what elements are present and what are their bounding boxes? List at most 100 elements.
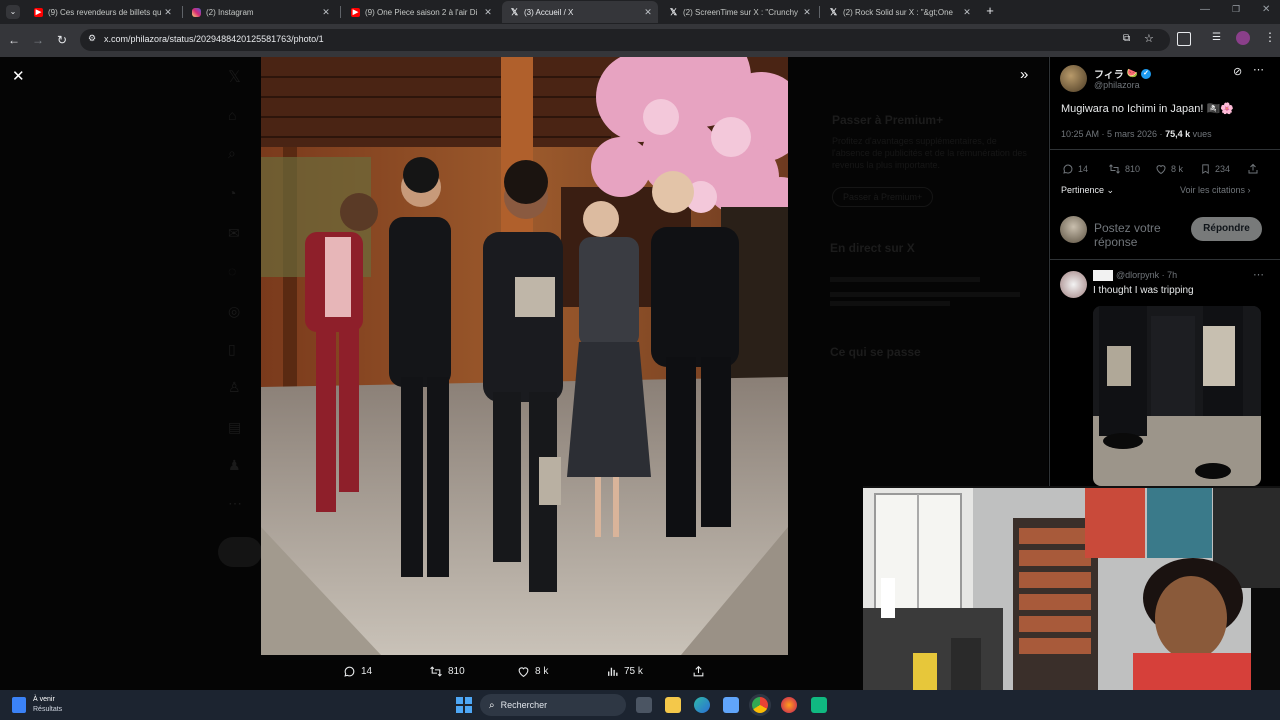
back-arrow-icon[interactable]: ← — [6, 32, 22, 48]
close-tab-icon[interactable]: ✕ — [642, 7, 654, 18]
sort-dropdown[interactable]: Pertinence ⌄ — [1061, 185, 1114, 196]
grok-icon[interactable]: ⊘ — [1233, 65, 1242, 78]
restore-icon[interactable]: ❐ — [1232, 4, 1240, 15]
tab-groups-icon[interactable]: ☰ — [1212, 32, 1221, 43]
taskbar-search-input[interactable]: ⌕ Rechercher — [480, 694, 626, 716]
close-window-icon[interactable]: ✕ — [1262, 4, 1270, 15]
close-tab-icon[interactable]: ✕ — [961, 7, 973, 18]
browser-tab[interactable]: 𝕏 (2) Rock Solid sur X : "&gt;One ✕ — [821, 3, 977, 21]
reply-text: I thought I was tripping — [1093, 285, 1194, 296]
edge-icon[interactable] — [694, 697, 710, 713]
divider — [1050, 259, 1280, 260]
reply-author-avatar[interactable] — [1060, 271, 1087, 298]
browser-tab[interactable]: 𝕏 (2) ScreenTime sur X : "Crunchy ✕ — [661, 3, 817, 21]
author-name-row[interactable]: フィラ 🍉 ✓ — [1094, 66, 1152, 81]
bookmark-count: 234 — [1215, 164, 1231, 174]
sidebar-bookmark-stat[interactable]: 234 — [1200, 163, 1230, 175]
heart-icon — [518, 667, 529, 678]
bookmark-icon: ▯ — [228, 341, 236, 357]
close-tab-icon[interactable]: ✕ — [482, 7, 494, 18]
new-tab-button[interactable]: + — [983, 4, 997, 18]
reply-image[interactable] — [1093, 306, 1261, 486]
forward-arrow-icon[interactable]: → — [30, 32, 46, 48]
post-photo[interactable] — [261, 57, 788, 655]
expand-sidebar-icon[interactable]: » — [1020, 66, 1028, 83]
like-count: 8 k — [535, 666, 549, 677]
home-icon: ⌂ — [228, 107, 237, 123]
ghost-trend-lines — [830, 273, 1030, 317]
minimize-icon[interactable]: — — [1200, 4, 1210, 15]
repost-count: 810 — [448, 666, 465, 677]
store-icon[interactable] — [723, 697, 739, 713]
author-name: フィラ — [1094, 70, 1124, 81]
premium-body: Profitez d'avantages supplémentaires, de… — [832, 136, 1027, 170]
bookmark-icon — [1202, 164, 1209, 174]
live-title: En direct sur X — [830, 241, 915, 255]
file-explorer-icon[interactable] — [665, 697, 681, 713]
views-chart-icon — [608, 667, 618, 676]
tab-title: (2) Rock Solid sur X : "&gt;One — [843, 7, 953, 17]
reload-icon[interactable]: ↻ — [54, 32, 70, 48]
reply-action[interactable]: 14 — [343, 665, 372, 678]
weather-icon — [12, 697, 26, 713]
close-tab-icon[interactable]: ✕ — [162, 7, 174, 18]
repost-action[interactable]: 810 — [429, 665, 465, 678]
views-action[interactable]: 75 k — [606, 665, 643, 678]
browser-tab-bar: ⌄ ▶ (9) Ces revendeurs de billets qu ✕ (… — [0, 0, 1280, 24]
spotify-obs-icon[interactable] — [811, 697, 827, 713]
url-input[interactable]: ⚙ x.com/philazora/status/202948842012558… — [80, 29, 1170, 51]
divider — [1050, 149, 1280, 150]
close-viewer-icon[interactable]: ✕ — [12, 67, 25, 85]
repost-icon — [1109, 164, 1120, 174]
sidebar-repost-stat[interactable]: 810 — [1108, 163, 1140, 175]
x-icon: 𝕏 — [829, 6, 838, 17]
close-tab-icon[interactable]: ✕ — [320, 7, 332, 18]
sidebar-reply-stat[interactable]: 14 — [1062, 163, 1088, 175]
view-quotes-link[interactable]: Voir les citations › — [1180, 185, 1251, 195]
start-button-windows-icon[interactable] — [456, 697, 472, 713]
browser-tab[interactable]: ▶ (9) One Piece saison 2 à l'air Di ✕ — [343, 3, 498, 21]
menu-kebab-icon[interactable]: ⋮ — [1264, 30, 1276, 44]
reply-more-icon[interactable]: ⋯ — [1253, 268, 1264, 281]
browser-tab-active[interactable]: 𝕏 (3) Accueil / X ✕ — [502, 1, 658, 23]
tab-title: (2) ScreenTime sur X : "Crunchy — [683, 7, 799, 17]
reply-author-name-redacted — [1093, 270, 1113, 281]
bookmark-star-icon[interactable]: ☆ — [1144, 32, 1154, 45]
firefox-icon[interactable] — [781, 697, 797, 713]
search-icon: ⌕ — [228, 145, 236, 161]
grok-icon: ◌ — [228, 263, 237, 279]
close-tab-icon[interactable]: ✕ — [801, 7, 813, 18]
like-action[interactable]: 8 k — [517, 665, 548, 678]
author-handle[interactable]: @philazora — [1094, 80, 1140, 90]
weather-widget[interactable]: À venir Résultats — [12, 695, 62, 715]
sidebar-like-stat[interactable]: 8 k — [1155, 163, 1183, 175]
post-views-label: vues — [1190, 129, 1212, 139]
repost-count: 810 — [1125, 164, 1141, 174]
share-icon[interactable] — [1247, 162, 1259, 180]
chrome-icon[interactable] — [752, 697, 768, 713]
tab-search-chevron-icon[interactable]: ⌄ — [6, 5, 20, 19]
install-app-icon[interactable]: ⧉ — [1123, 33, 1130, 44]
more-icon: ⋯ — [228, 495, 242, 511]
sort-label: Pertinence — [1061, 185, 1105, 195]
site-info-icon[interactable]: ⚙ — [88, 33, 96, 44]
reply-button[interactable]: Répondre — [1191, 217, 1262, 241]
tab-title: (2) Instagram — [206, 7, 254, 17]
author-avatar[interactable] — [1060, 65, 1087, 92]
extensions-icon[interactable] — [1177, 32, 1191, 46]
share-action[interactable] — [692, 665, 710, 678]
task-view-icon[interactable] — [636, 697, 652, 713]
reply-handle[interactable]: @dlorpynk · 7h — [1116, 270, 1177, 280]
verified-badge-icon: ✓ — [1141, 68, 1152, 79]
profile-avatar[interactable] — [1236, 31, 1250, 45]
browser-tab[interactable]: ▶ (9) Ces revendeurs de billets qu ✕ — [26, 3, 178, 21]
reply-count: 14 — [361, 666, 373, 677]
post-time[interactable]: 10:25 AM · 5 mars 2026 · — [1061, 129, 1165, 139]
weather-title: À venir — [33, 696, 55, 703]
more-options-icon[interactable]: ⋯ — [1253, 63, 1264, 76]
browser-tab[interactable]: (2) Instagram ✕ — [184, 3, 336, 21]
reply-icon — [1063, 164, 1073, 174]
reply-input[interactable]: Postez votre réponse — [1094, 221, 1184, 249]
chevron-right-icon: › — [1245, 185, 1251, 195]
url-text: x.com/philazora/status/20294884201255817… — [104, 34, 324, 44]
